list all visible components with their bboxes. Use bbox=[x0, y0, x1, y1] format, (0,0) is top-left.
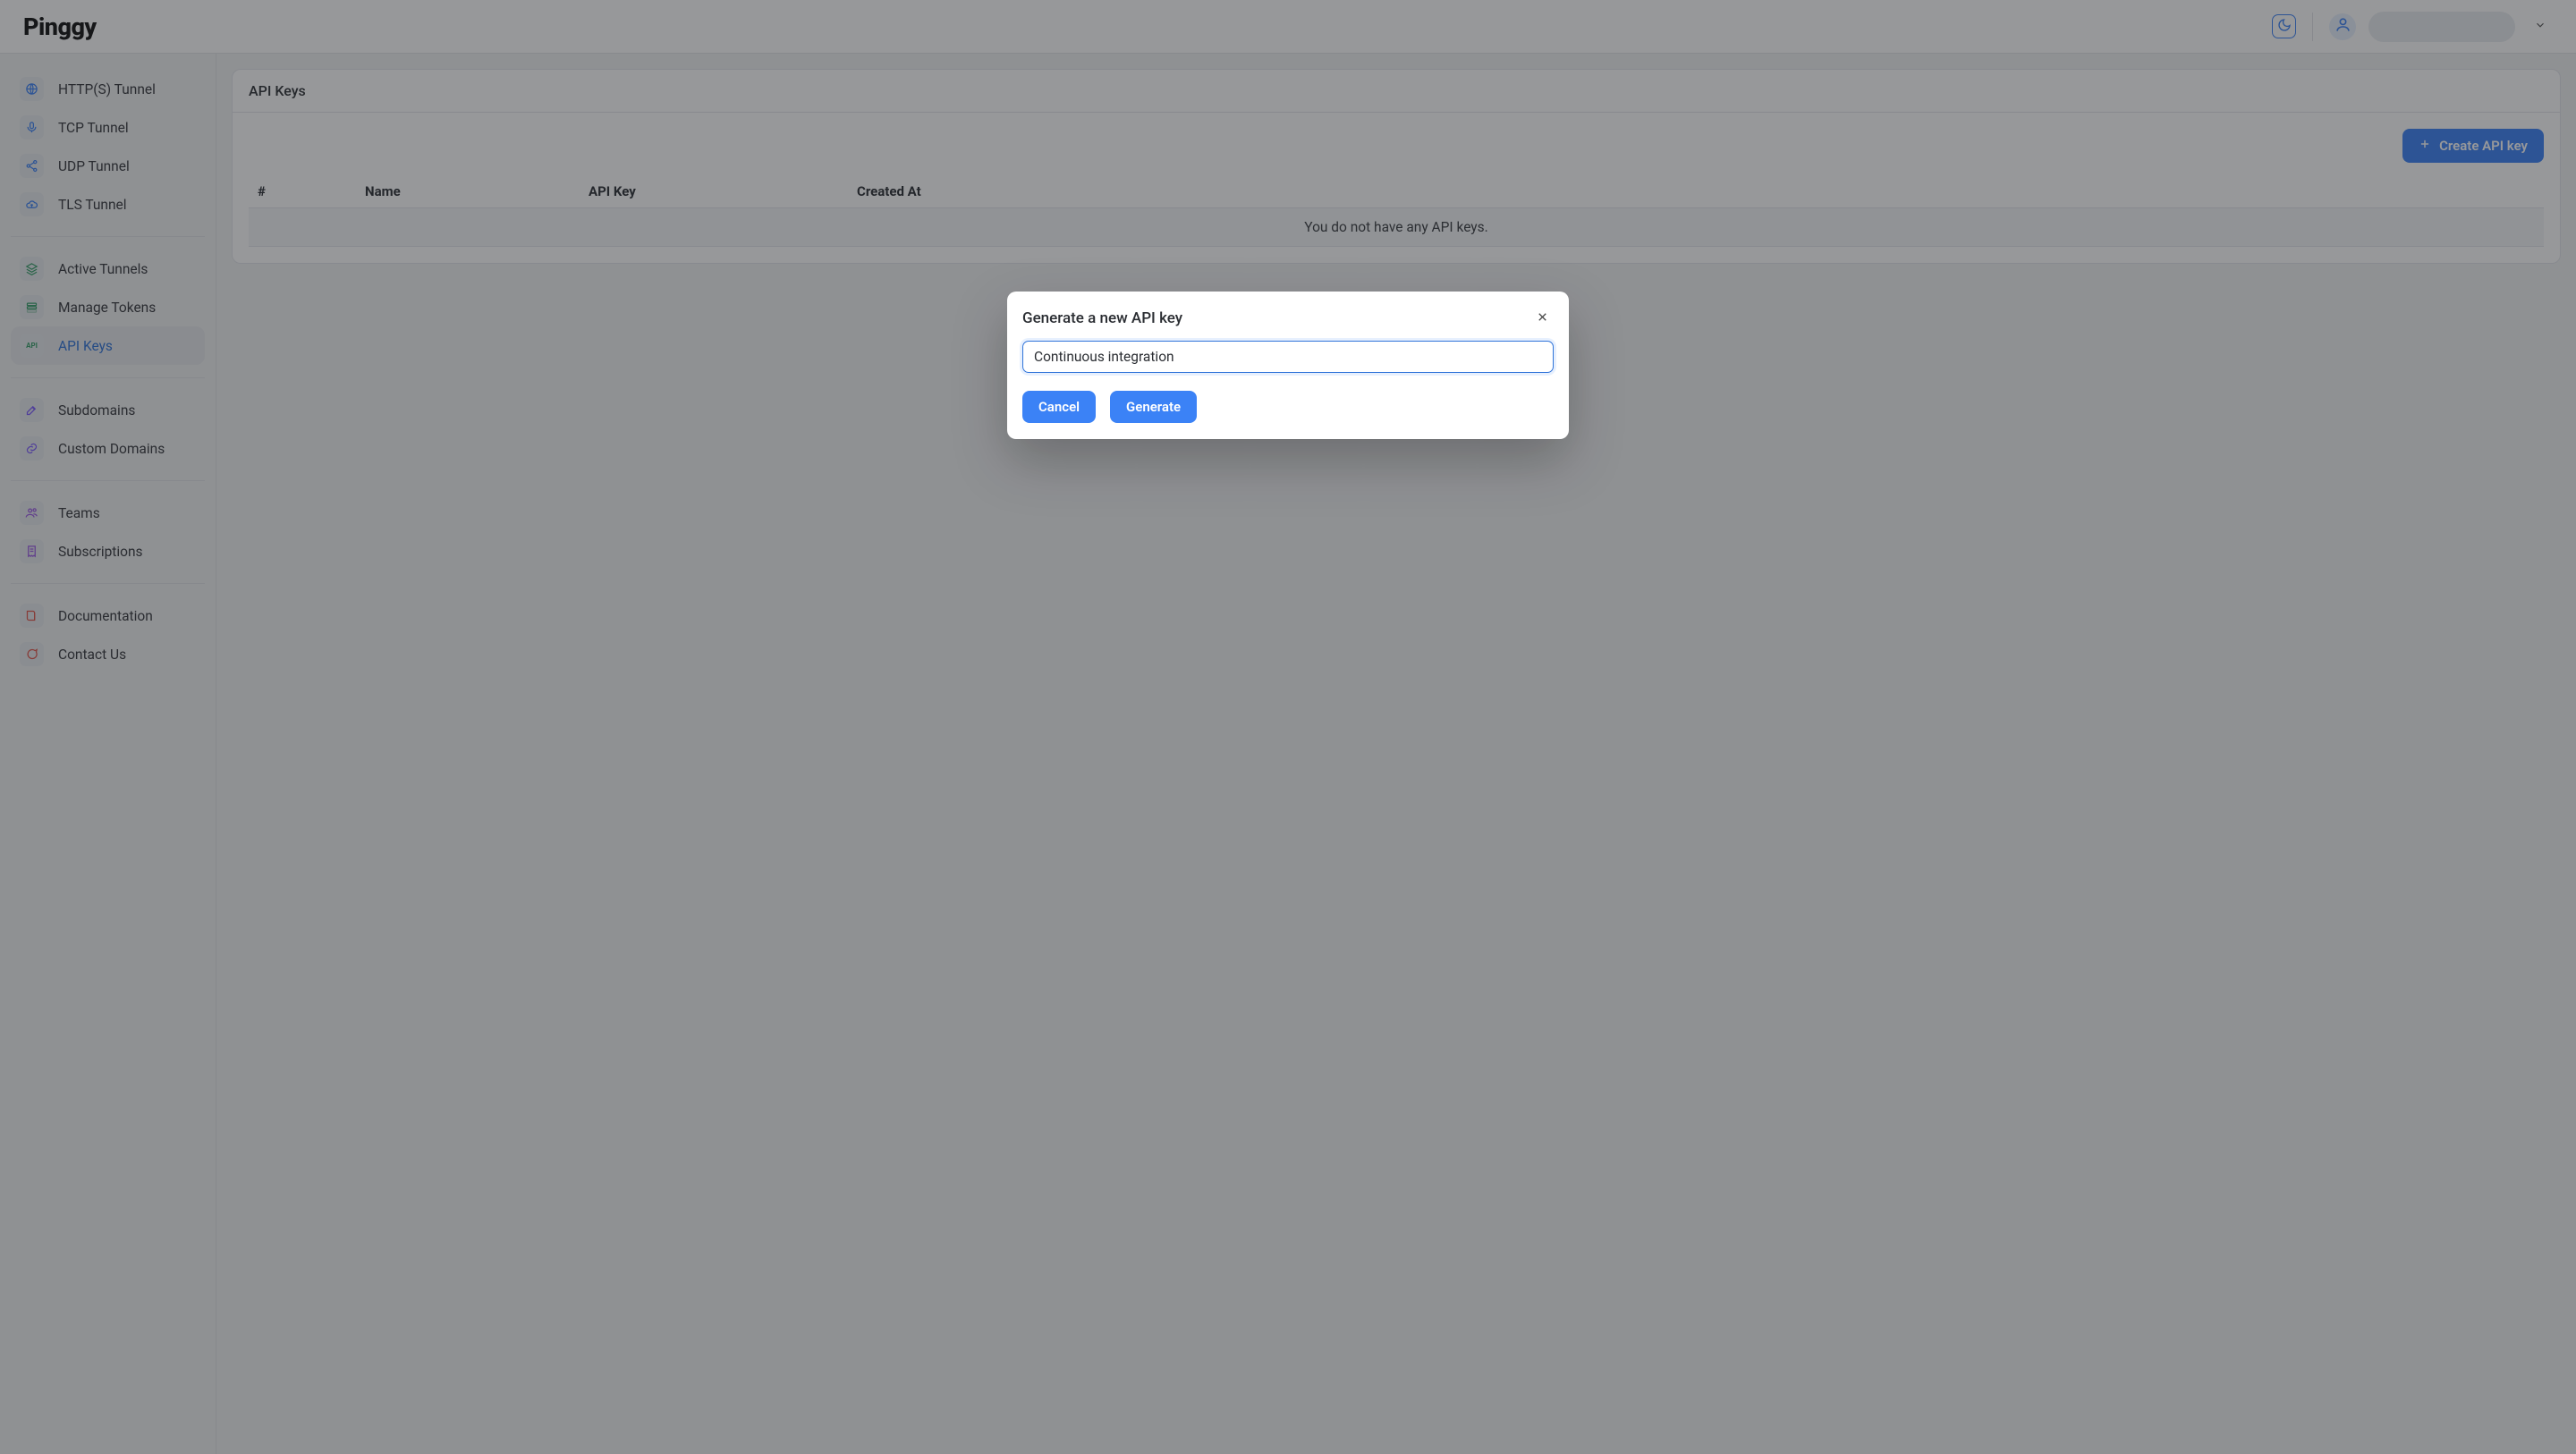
modal-title: Generate a new API key bbox=[1022, 309, 1182, 327]
close-icon bbox=[1536, 310, 1549, 327]
generate-label: Generate bbox=[1126, 399, 1181, 415]
modal-backdrop[interactable]: Generate a new API key Cancel Generate bbox=[0, 0, 2576, 1454]
generate-api-key-modal: Generate a new API key Cancel Generate bbox=[1007, 292, 1569, 439]
cancel-label: Cancel bbox=[1038, 399, 1080, 415]
modal-close-button[interactable] bbox=[1530, 307, 1554, 330]
cancel-button[interactable]: Cancel bbox=[1022, 391, 1096, 423]
api-key-name-input[interactable] bbox=[1022, 341, 1554, 373]
generate-button[interactable]: Generate bbox=[1110, 391, 1197, 423]
